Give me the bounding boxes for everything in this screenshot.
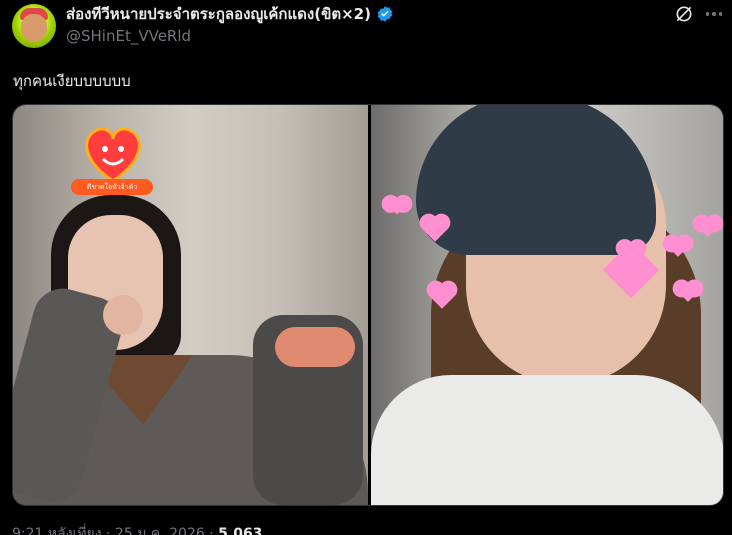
author-display-name[interactable]: ส่องทีวีหนายประจำตระกูลองญูเค้กแดง(ขิต×2…: [66, 2, 371, 26]
video-panel-right: [371, 105, 723, 505]
tweet: ส่องทีวีหนายประจำตระกูลองญูเค้กแดง(ขิต×2…: [0, 0, 732, 535]
view-count: 5,063: [218, 526, 263, 535]
avatar-face: [21, 14, 47, 42]
media-image[interactable]: ดีขาดใจหัวจ้าตัว: [12, 104, 724, 506]
heart-icon: [698, 217, 718, 237]
tweet-text: ทุกคนเงียบบบบบบ: [13, 72, 131, 90]
heart-icon: [388, 197, 406, 215]
video-panel-left: ดีขาดใจหัวจ้าตัว: [13, 105, 368, 505]
grok-icon[interactable]: [674, 4, 694, 24]
beanie: [416, 105, 656, 255]
sticker-label: ดีขาดใจหัวจ้าตัว: [71, 179, 153, 195]
verified-badge-icon: [377, 6, 393, 22]
avatar[interactable]: [12, 4, 56, 48]
author-name-row: ส่องทีวีหนายประจำตระกูลองญูเค้กแดง(ขิต×2…: [66, 3, 394, 25]
author-handle[interactable]: @SHinEt_VVeRld: [66, 27, 191, 45]
tweet-timestamp[interactable]: 9:21 หลังเที่ยง · 25 ม.ค. 2026 ·: [12, 526, 214, 535]
tweet-footer: 9:21 หลังเที่ยง · 25 ม.ค. 2026 · 5,063: [12, 523, 262, 535]
more-icon[interactable]: [704, 4, 724, 24]
